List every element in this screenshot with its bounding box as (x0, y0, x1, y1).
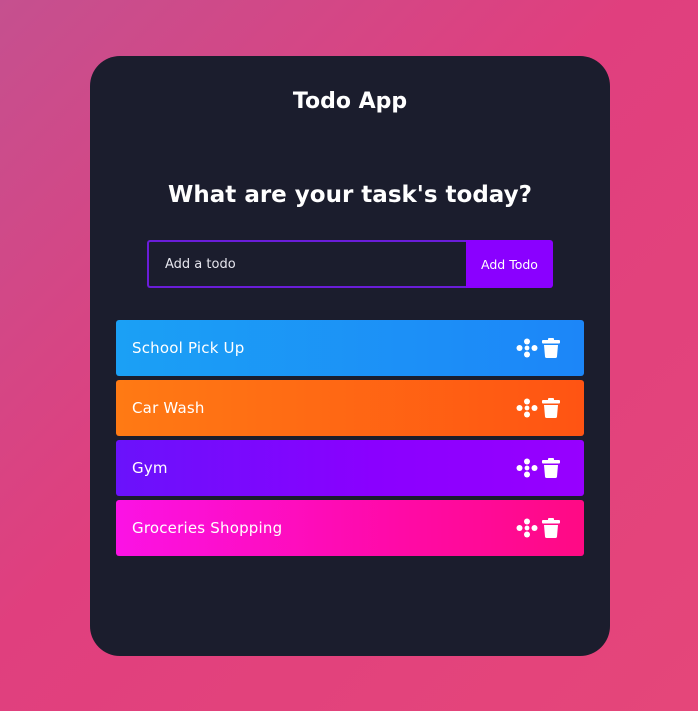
todo-actions (516, 458, 560, 478)
todo-list: School Pick Up Car Wash Gym Groceries Sh… (116, 320, 584, 560)
page-heading: What are your task's today? (168, 182, 532, 208)
app-title: Todo App (292, 89, 408, 114)
todo-text: Gym (132, 459, 168, 477)
todo-item: Car Wash (116, 380, 584, 436)
trash-icon[interactable] (542, 458, 560, 478)
todo-actions (516, 398, 560, 418)
drag-dots-icon[interactable] (516, 398, 538, 418)
todo-item: School Pick Up (116, 320, 584, 376)
trash-icon[interactable] (542, 518, 560, 538)
todo-text: School Pick Up (132, 339, 245, 357)
todo-form: Add Todo (147, 240, 553, 288)
todo-input[interactable] (147, 240, 466, 288)
trash-icon[interactable] (542, 338, 560, 358)
add-todo-button[interactable]: Add Todo (466, 240, 553, 288)
todo-item: Gym (116, 440, 584, 496)
todo-actions (516, 518, 560, 538)
todo-item: Groceries Shopping (116, 500, 584, 556)
trash-icon[interactable] (542, 398, 560, 418)
drag-dots-icon[interactable] (516, 458, 538, 478)
todo-card: Todo App What are your task's today? Add… (90, 56, 610, 656)
drag-dots-icon[interactable] (516, 338, 538, 358)
drag-dots-icon[interactable] (516, 518, 538, 538)
todo-text: Groceries Shopping (132, 519, 283, 537)
todo-actions (516, 338, 560, 358)
todo-text: Car Wash (132, 399, 205, 417)
